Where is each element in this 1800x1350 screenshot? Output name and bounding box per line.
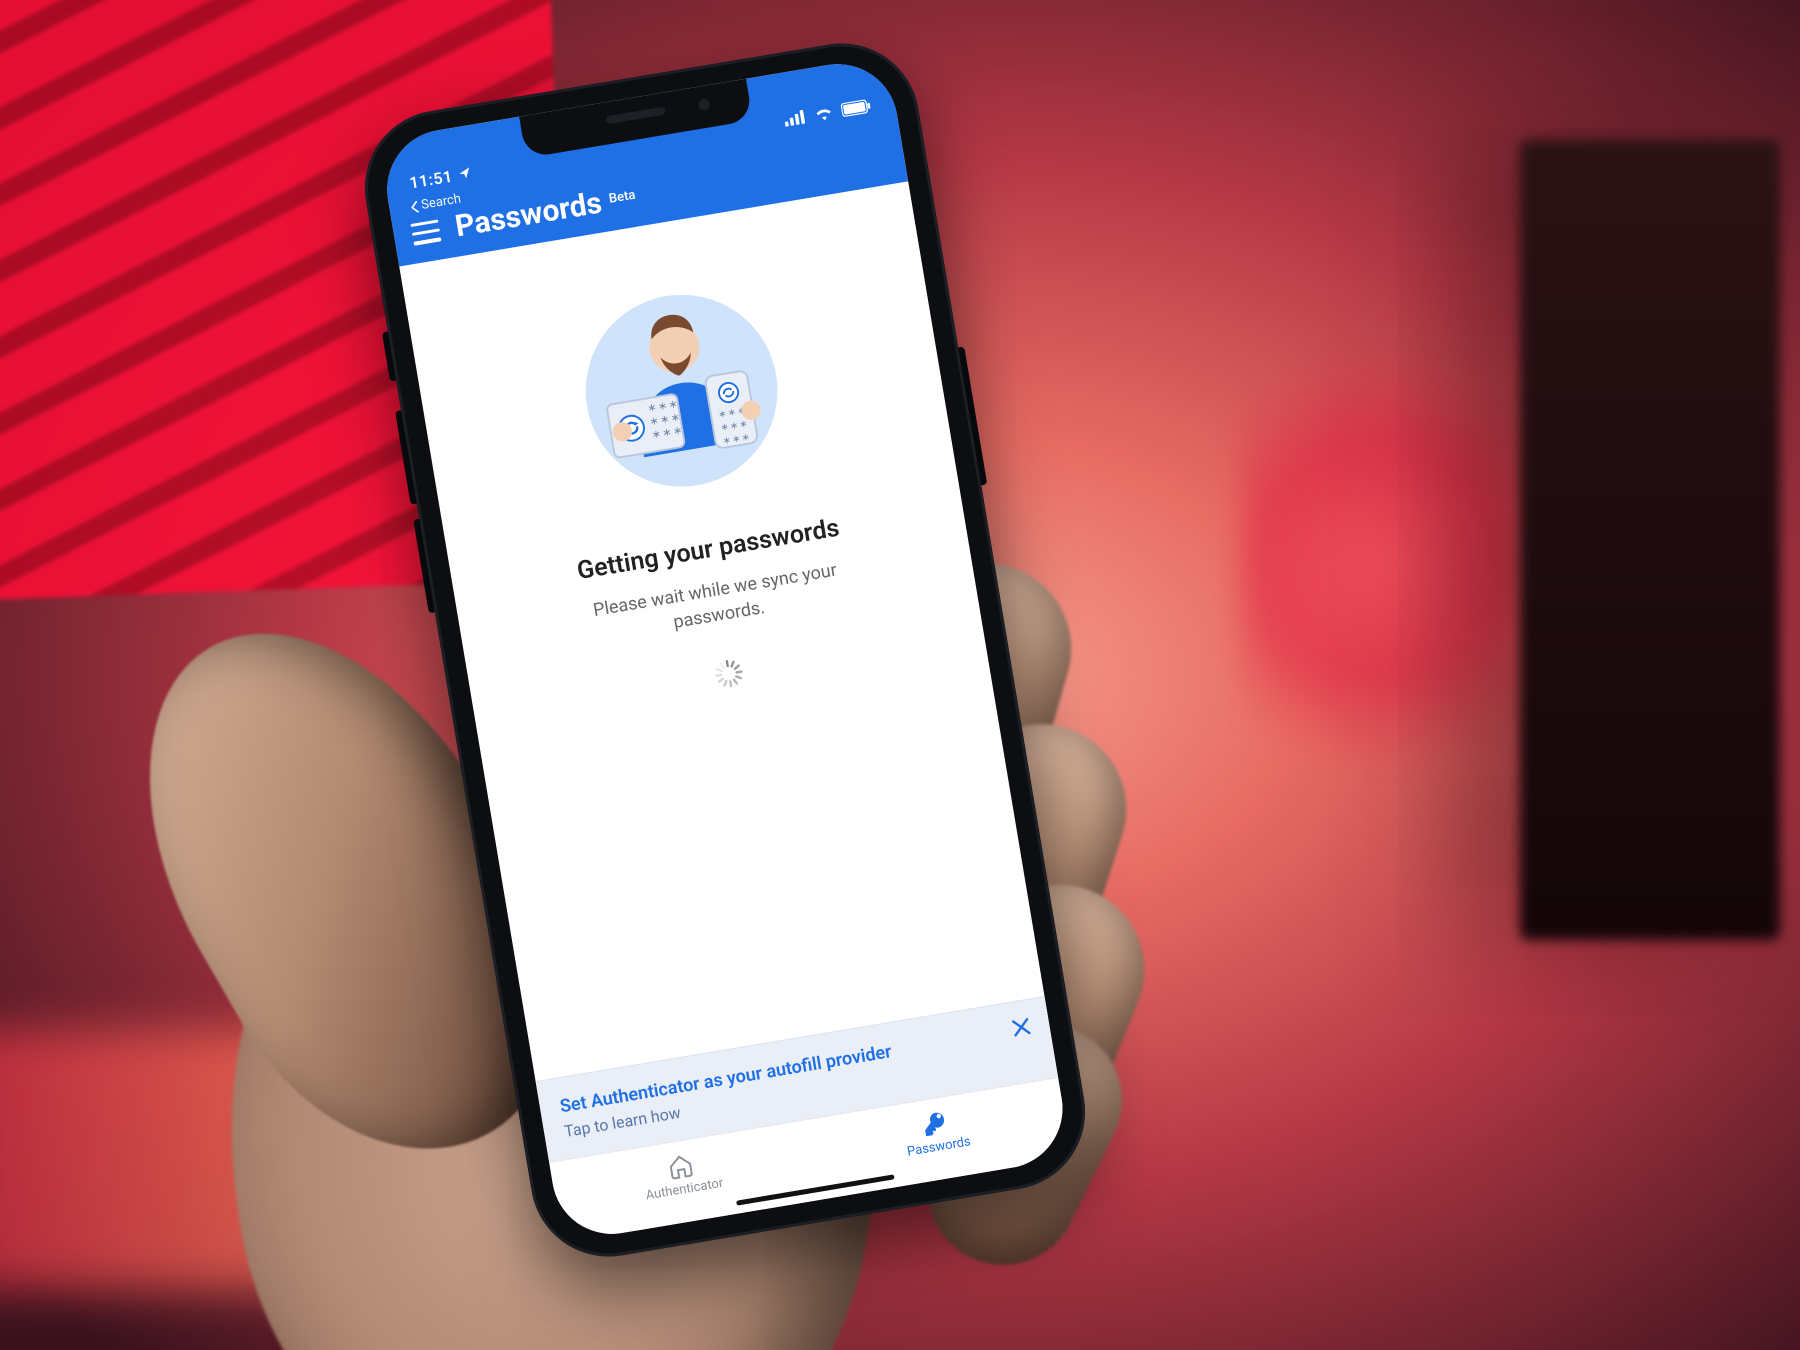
loading-spinner-icon — [712, 657, 747, 692]
hamburger-menu-icon[interactable] — [410, 219, 441, 245]
beta-badge: Beta — [608, 188, 637, 207]
photo-scene: 11:51 — [0, 0, 1800, 1350]
home-icon — [666, 1151, 696, 1181]
wifi-icon — [813, 105, 835, 122]
tab-label: Passwords — [906, 1134, 972, 1159]
sync-illustration: ＊ ＊ ＊ ＊ ＊ ＊ ＊ ＊ ＊ ＊ ＊ ＊ ＊ ＊ ＊ ＊ — [550, 260, 815, 525]
tab-label: Authenticator — [645, 1175, 725, 1203]
location-arrow-icon — [457, 165, 473, 181]
battery-icon — [840, 99, 872, 118]
bg-glow-2 — [0, 1030, 480, 1290]
cellular-signal-icon — [783, 109, 807, 126]
banner-close-button[interactable] — [1007, 1013, 1035, 1041]
phone-screen: 11:51 — [378, 55, 1071, 1243]
close-icon — [1007, 1013, 1035, 1041]
bg-glow — [1240, 300, 1520, 820]
chevron-left-icon — [409, 200, 421, 213]
key-icon — [920, 1108, 950, 1138]
status-time: 11:51 — [408, 166, 454, 192]
